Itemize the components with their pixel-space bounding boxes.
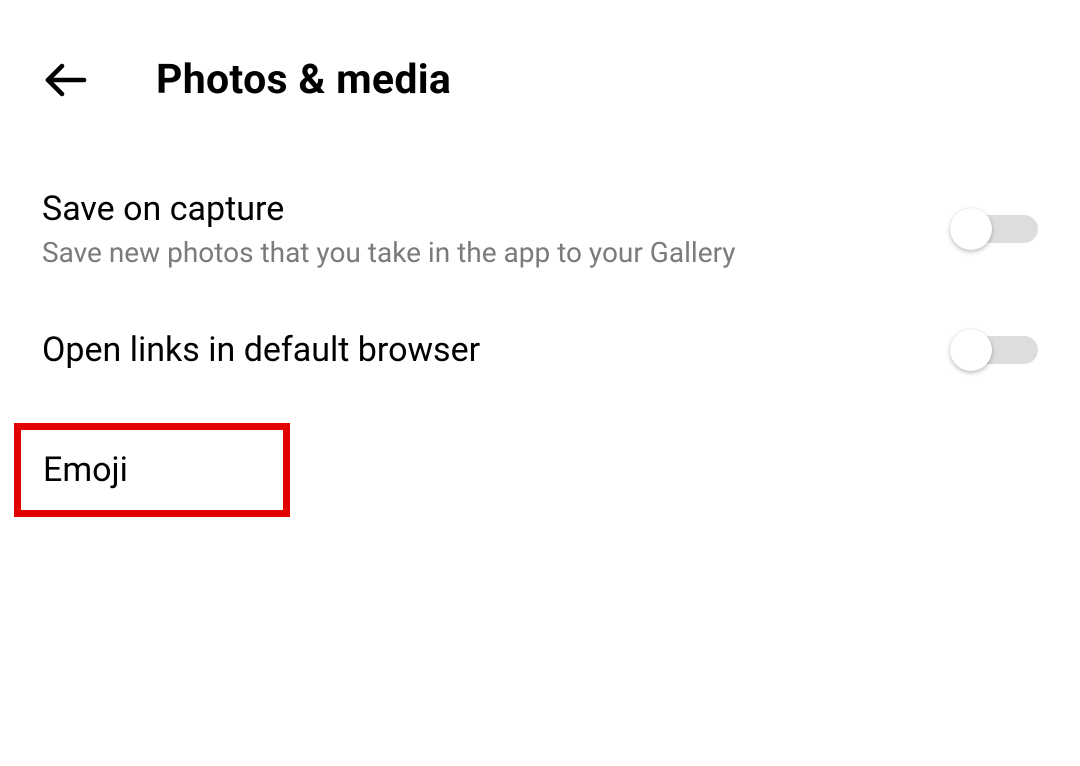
page-title: Photos & media <box>156 56 451 104</box>
setting-save-on-capture[interactable]: Save on capture Save new photos that you… <box>42 188 1038 271</box>
toggle-thumb <box>950 208 992 250</box>
back-button[interactable] <box>42 56 90 104</box>
setting-subtitle: Save new photos that you take in the app… <box>42 235 736 271</box>
setting-text-block: Open links in default browser <box>42 329 480 372</box>
toggle-open-links[interactable] <box>950 330 1038 370</box>
toggle-save-on-capture[interactable] <box>950 209 1038 249</box>
setting-title: Emoji <box>43 450 128 490</box>
setting-open-links[interactable]: Open links in default browser <box>42 329 1038 372</box>
toggle-thumb <box>950 329 992 371</box>
setting-title: Open links in default browser <box>42 329 480 372</box>
settings-list: Save on capture Save new photos that you… <box>0 188 1080 517</box>
setting-emoji[interactable]: Emoji <box>14 423 290 517</box>
setting-title: Save on capture <box>42 188 736 231</box>
header: Photos & media <box>0 0 1080 104</box>
arrow-left-icon <box>42 56 90 104</box>
setting-text-block: Save on capture Save new photos that you… <box>42 188 736 271</box>
